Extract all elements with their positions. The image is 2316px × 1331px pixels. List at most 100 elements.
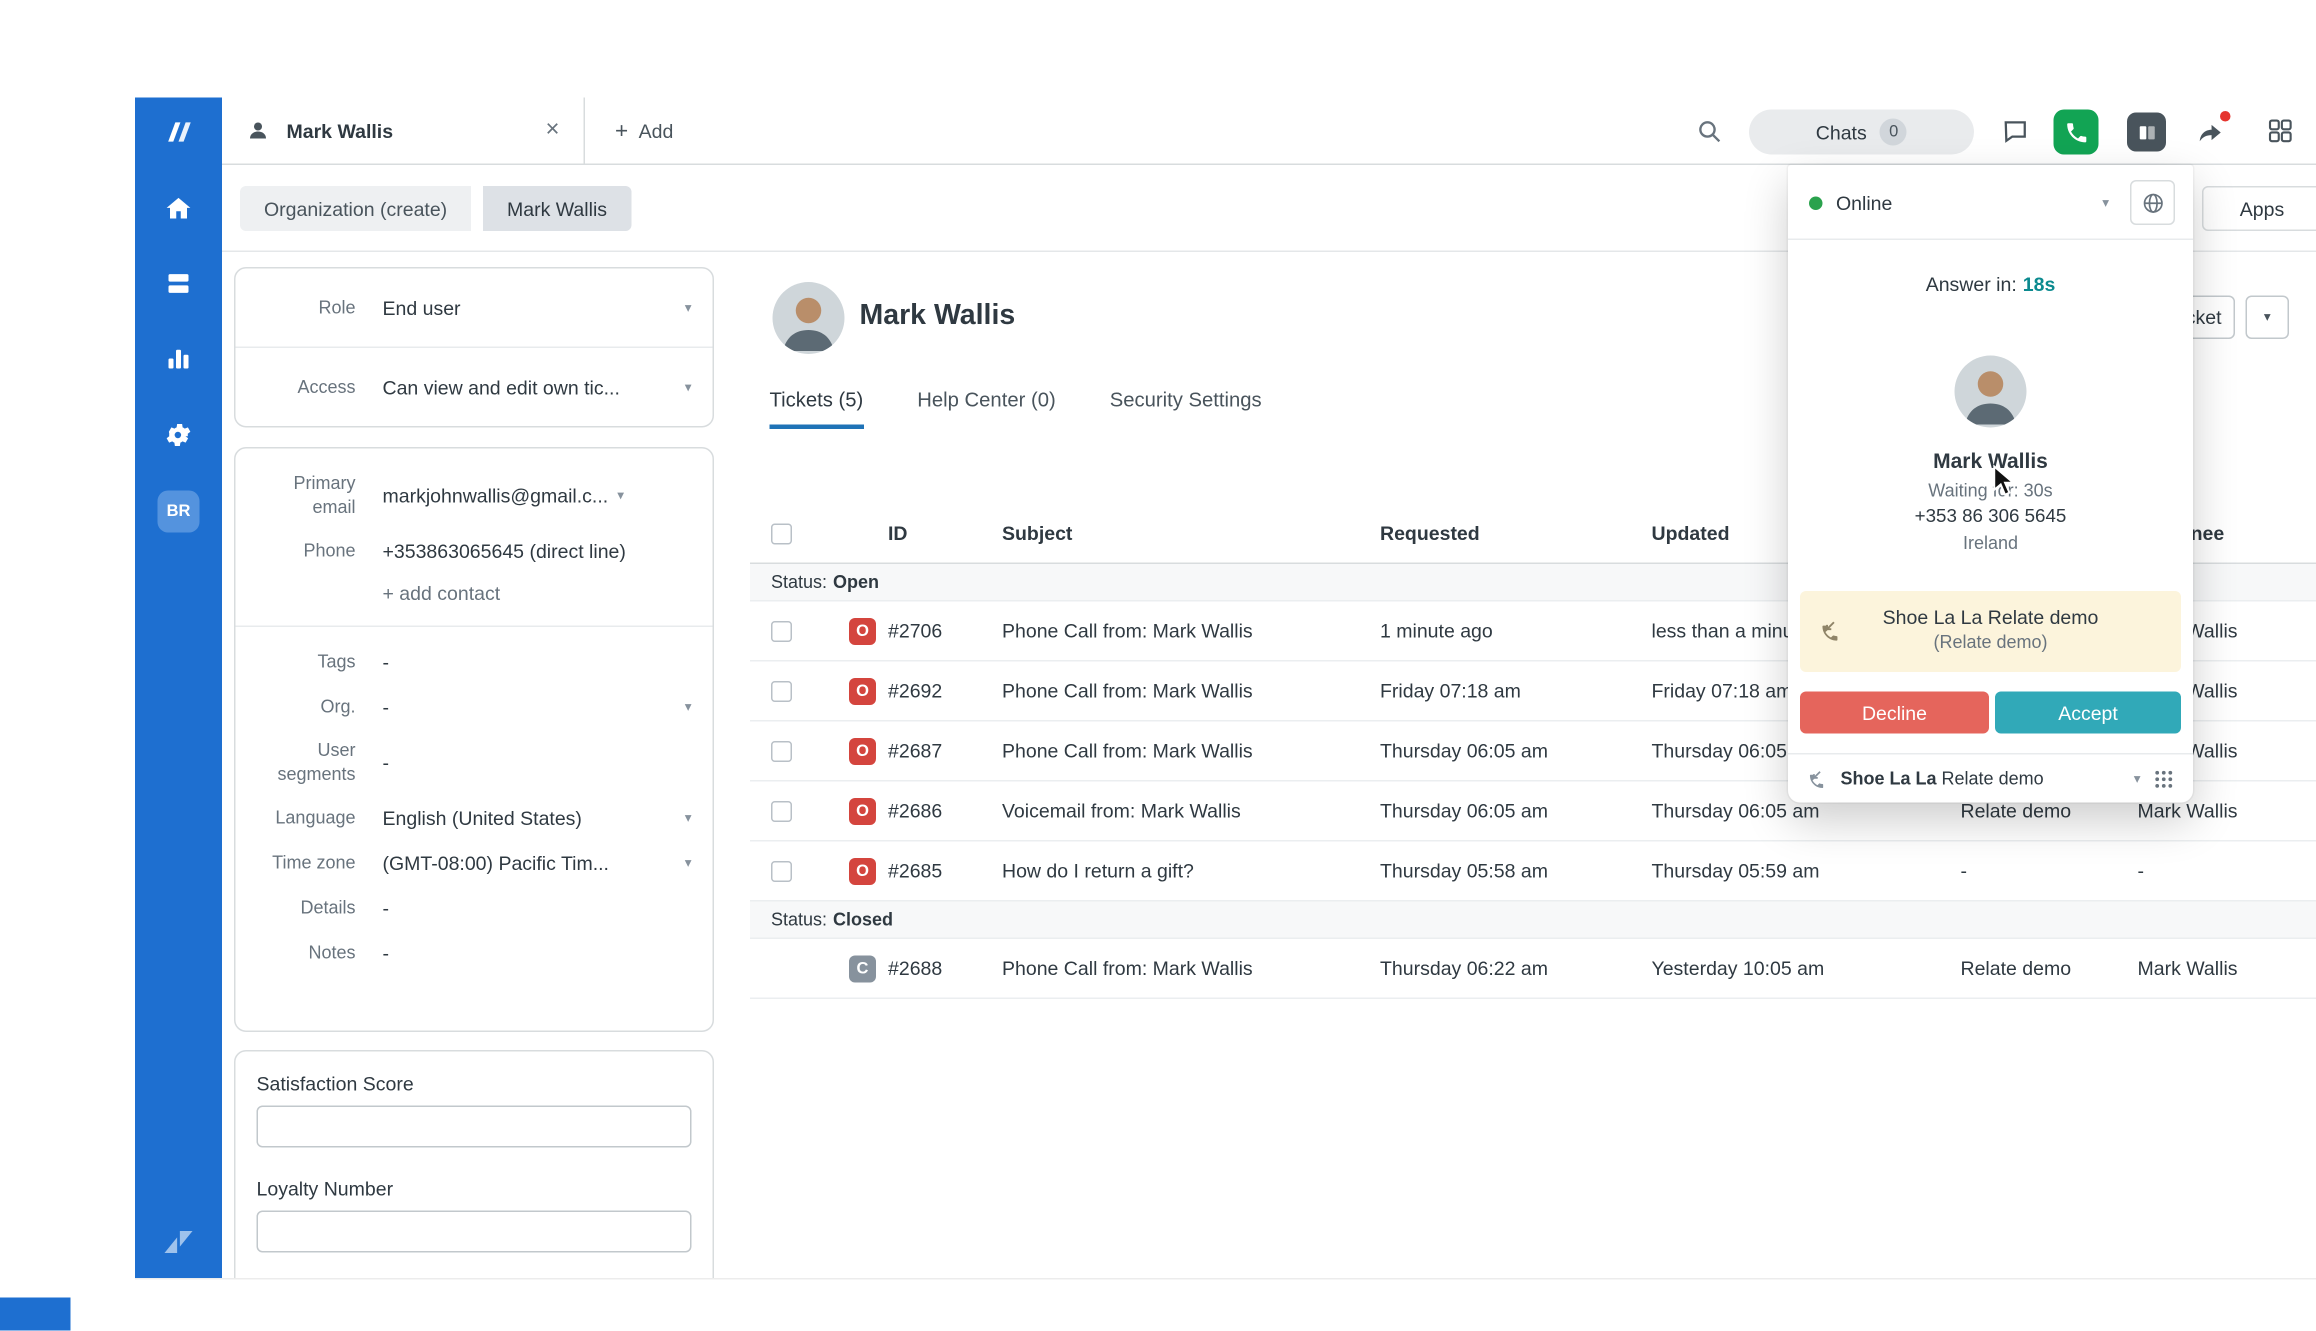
- phone-value[interactable]: +353863065645 (direct line): [383, 539, 692, 562]
- ticket-subject[interactable]: How do I return a gift?: [1002, 860, 1380, 883]
- user-essentials-card: Role End user ▾ Access Can view and edit…: [234, 267, 714, 428]
- access-value[interactable]: Can view and edit own tic...: [383, 377, 676, 400]
- ticket-requested: Thursday 05:58 am: [1380, 860, 1652, 883]
- access-label: Access: [257, 376, 356, 400]
- chevron-down-icon[interactable]: ▾: [676, 698, 692, 715]
- time-zone-row: Time zone (GMT-08:00) Pacific Tim... ▾: [236, 840, 713, 885]
- reporting-icon[interactable]: [164, 344, 194, 374]
- line-selector-row[interactable]: Shoe La La Relate demo ▾: [1788, 753, 2193, 803]
- status-label: Status:: [771, 909, 827, 930]
- status-badge: O: [849, 797, 876, 824]
- header-requested[interactable]: Requested: [1380, 522, 1652, 545]
- tab-security-settings[interactable]: Security Settings: [1110, 389, 1262, 430]
- tags-row: Tags -: [236, 639, 713, 684]
- profile-tabs: Tickets (5) Help Center (0) Security Set…: [770, 389, 1262, 430]
- ticket-requested: Friday 07:18 am: [1380, 680, 1652, 703]
- row-checkbox[interactable]: [771, 680, 792, 701]
- ticket-subject[interactable]: Voicemail from: Mark Wallis: [1002, 800, 1380, 823]
- org-value[interactable]: -: [383, 695, 676, 718]
- tags-value[interactable]: -: [383, 650, 692, 673]
- tab-help-center[interactable]: Help Center (0): [917, 389, 1055, 430]
- status-badge: O: [849, 677, 876, 704]
- breadcrumb-organization[interactable]: Organization (create): [240, 186, 471, 231]
- zendesk-logo-icon[interactable]: [162, 1226, 195, 1259]
- decline-button[interactable]: Decline: [1800, 692, 1989, 734]
- chevron-down-icon[interactable]: ▾: [676, 854, 692, 871]
- user-tab-label: Mark Wallis: [287, 119, 394, 142]
- select-all-checkbox[interactable]: [771, 523, 792, 544]
- ticket-id[interactable]: #2706: [888, 620, 1002, 643]
- ticket-subject[interactable]: Phone Call from: Mark Wallis: [1002, 740, 1380, 763]
- page-title: Mark Wallis: [860, 300, 1016, 333]
- ticket-id[interactable]: #2687: [888, 740, 1002, 763]
- new-ticket-dropdown[interactable]: ▾: [2246, 296, 2290, 340]
- details-value[interactable]: -: [383, 896, 692, 919]
- ticket-requested: 1 minute ago: [1380, 620, 1652, 643]
- row-checkbox[interactable]: [771, 740, 792, 761]
- ticket-group: Relate demo: [1961, 957, 2138, 980]
- language-globe-button[interactable]: [2130, 180, 2175, 225]
- chat-icon[interactable]: [2001, 117, 2030, 146]
- user-tab[interactable]: Mark Wallis ×: [222, 98, 585, 164]
- sidebar-app-badge[interactable]: BR: [158, 491, 200, 533]
- role-value[interactable]: End user: [383, 296, 676, 319]
- notes-row: Notes -: [236, 930, 713, 975]
- search-icon[interactable]: [1695, 117, 1724, 146]
- language-value[interactable]: English (United States): [383, 806, 676, 829]
- add-contact-link[interactable]: + add contact: [236, 572, 713, 614]
- chevron-down-icon[interactable]: ▾: [676, 299, 692, 316]
- details-label: Details: [257, 895, 356, 919]
- satisfaction-score-input[interactable]: [257, 1106, 692, 1148]
- member-status-label: Member Sta: [257, 1277, 692, 1280]
- dialpad-icon[interactable]: [2153, 767, 2176, 790]
- add-label: Add: [639, 119, 674, 142]
- row-checkbox[interactable]: [771, 800, 792, 821]
- product-logo-icon[interactable]: [162, 116, 195, 149]
- access-row: Access Can view and edit own tic... ▾: [236, 348, 713, 428]
- admin-gear-icon[interactable]: [164, 420, 194, 450]
- desktop-corner: [0, 1298, 71, 1331]
- apps-button[interactable]: Apps: [2202, 186, 2316, 231]
- breadcrumb-user[interactable]: Mark Wallis: [483, 186, 631, 231]
- header-subject[interactable]: Subject: [1002, 522, 1380, 545]
- add-tab-button[interactable]: + Add: [591, 98, 697, 164]
- row-checkbox[interactable]: [771, 620, 792, 641]
- ticket-id[interactable]: #2685: [888, 860, 1002, 883]
- chevron-down-icon[interactable]: ▾: [617, 487, 624, 504]
- chevron-down-icon[interactable]: ▾: [676, 380, 692, 397]
- chevron-down-icon[interactable]: ▾: [676, 809, 692, 826]
- agent-status-select[interactable]: Online ▾: [1809, 180, 2109, 225]
- views-icon[interactable]: [164, 269, 194, 299]
- accept-button[interactable]: Accept: [1995, 692, 2181, 734]
- chevron-down-icon[interactable]: ▾: [2134, 770, 2141, 787]
- answer-prefix: Answer in:: [1926, 273, 2017, 296]
- language-label: Language: [257, 805, 356, 829]
- home-icon[interactable]: [164, 194, 194, 224]
- loyalty-number-input[interactable]: [257, 1211, 692, 1253]
- apps-grid-icon[interactable]: [2265, 116, 2295, 146]
- header-id[interactable]: ID: [888, 522, 1002, 545]
- row-checkbox[interactable]: [771, 860, 792, 881]
- chats-button[interactable]: Chats 0: [1749, 110, 1974, 155]
- ticket-id[interactable]: #2692: [888, 680, 1002, 703]
- ticket-updated: Thursday 05:59 am: [1652, 860, 1961, 883]
- close-icon[interactable]: ×: [545, 117, 559, 144]
- talk-phone-button[interactable]: [2054, 110, 2099, 155]
- sidebar: BR: [135, 98, 222, 1280]
- ticket-id[interactable]: #2688: [888, 957, 1002, 980]
- primary-email-value[interactable]: markjohnwallis@gmail.c...: [383, 484, 609, 507]
- org-label: Org.: [257, 694, 356, 718]
- panels-icon[interactable]: [2127, 113, 2166, 152]
- user-segments-label: User segments: [257, 738, 356, 787]
- time-zone-value[interactable]: (GMT-08:00) Pacific Tim...: [383, 851, 676, 874]
- table-row[interactable]: C #2688 Phone Call from: Mark Wallis Thu…: [750, 939, 2316, 999]
- phone-forward-icon[interactable]: [2190, 113, 2229, 152]
- ticket-subject[interactable]: Phone Call from: Mark Wallis: [1002, 620, 1380, 643]
- ticket-subject[interactable]: Phone Call from: Mark Wallis: [1002, 957, 1380, 980]
- ticket-subject[interactable]: Phone Call from: Mark Wallis: [1002, 680, 1380, 703]
- tab-tickets[interactable]: Tickets (5): [770, 389, 864, 430]
- user-segments-value[interactable]: -: [383, 751, 692, 774]
- table-row[interactable]: O #2685 How do I return a gift? Thursday…: [750, 842, 2316, 902]
- notes-value[interactable]: -: [383, 941, 692, 964]
- ticket-id[interactable]: #2686: [888, 800, 1002, 823]
